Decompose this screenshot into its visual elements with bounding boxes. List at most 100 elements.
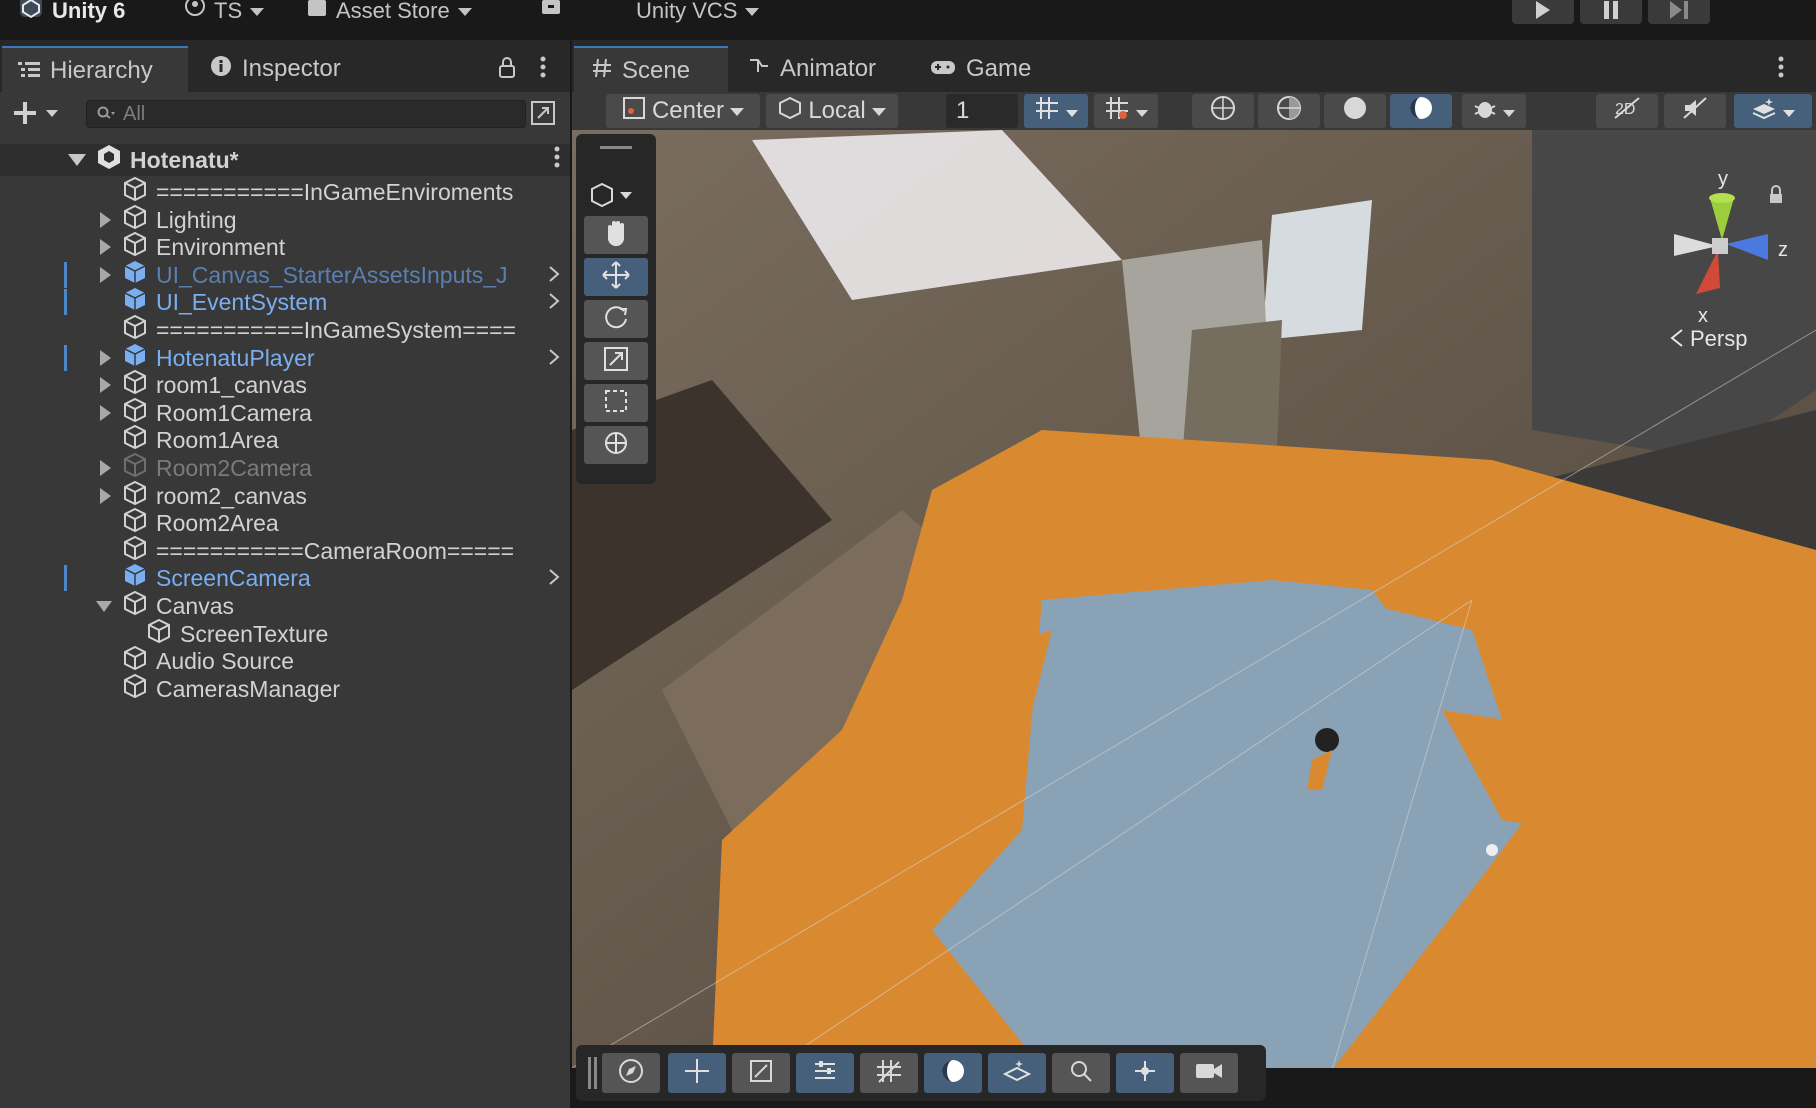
collapsed-arrow-icon[interactable]: [100, 488, 111, 504]
tab-inspector[interactable]: Inspector: [210, 46, 400, 92]
unity-logo-icon: [18, 0, 44, 25]
grid-visibility-button[interactable]: [1024, 94, 1088, 128]
chevron-down-icon: [730, 97, 745, 125]
create-plus-button[interactable]: [14, 100, 60, 131]
orientation-gizmo[interactable]: y z x Persp: [1622, 150, 1812, 350]
box-icon: [540, 0, 562, 24]
collapsed-arrow-icon[interactable]: [100, 377, 111, 393]
solid-sphere-icon: [1342, 95, 1368, 128]
gizmo-center-cube[interactable]: [1712, 238, 1728, 254]
hierarchy-item[interactable]: CamerasManager: [0, 673, 570, 705]
shaded-wireframe-button[interactable]: [1258, 94, 1320, 128]
hierarchy-item-label: ScreenTexture: [180, 620, 329, 647]
drag-handle[interactable]: [600, 146, 632, 149]
grid-snapping-button[interactable]: [1094, 94, 1158, 128]
shoji-window: [1262, 200, 1372, 340]
unlit-shading-button[interactable]: [1324, 94, 1386, 128]
lit-shading-button[interactable]: [1390, 94, 1452, 128]
collapsed-arrow-icon[interactable]: [100, 267, 111, 283]
scale-icon: [602, 345, 630, 378]
chevron-right-icon[interactable]: [548, 565, 560, 592]
pivot-rotation-label: Local: [808, 97, 866, 124]
orientation-button[interactable]: [602, 1053, 660, 1093]
2d-toggle-button[interactable]: 2D: [1596, 94, 1658, 128]
step-button[interactable]: [1648, 0, 1710, 24]
more-options-icon[interactable]: [554, 146, 560, 174]
view-options-button[interactable]: [732, 1053, 790, 1093]
tab-animator[interactable]: Animator: [748, 46, 908, 92]
play-icon: [1534, 0, 1552, 24]
scene-view-overlay-toolbar: [576, 1045, 1266, 1101]
snap-overlay-button[interactable]: [1116, 1053, 1174, 1093]
grid-snap-input[interactable]: 1: [946, 94, 1018, 128]
collapsed-arrow-icon[interactable]: [100, 405, 111, 421]
debug-draw-mode-button[interactable]: [1462, 94, 1526, 128]
gizmo-x-label: x: [1698, 305, 1708, 327]
cube-icon: [778, 96, 802, 127]
camera-overlay-button[interactable]: [1180, 1053, 1238, 1093]
move-tool-button[interactable]: [584, 258, 648, 296]
more-options-icon[interactable]: [540, 56, 546, 83]
tab-game[interactable]: Game: [930, 46, 1050, 92]
wireframe-sphere-icon: [1210, 95, 1236, 128]
pivot-rotation-dropdown[interactable]: Local: [766, 94, 898, 128]
expand-arrow-icon[interactable]: [68, 154, 86, 166]
more-options-icon[interactable]: [1778, 56, 1784, 83]
scene-root-row[interactable]: Hotenatu*: [0, 144, 570, 176]
scene-effects-button[interactable]: [1734, 94, 1812, 128]
grid-snap-icon: [1104, 95, 1130, 128]
chevron-down-icon: [1136, 97, 1148, 125]
projection-label[interactable]: Persp: [1690, 326, 1747, 350]
account-menu[interactable]: TS: [184, 0, 265, 24]
drag-handle[interactable]: [588, 1057, 591, 1089]
scale-tool-button[interactable]: [584, 342, 648, 380]
move-overlay-button[interactable]: [668, 1053, 726, 1093]
grid-overlay-button[interactable]: [860, 1053, 918, 1093]
vcs-menu[interactable]: Unity VCS: [636, 0, 760, 23]
main-toolbar: Unity 6 TS Asset Store Unity VCS: [0, 0, 1816, 40]
prefab-indicator: [64, 262, 67, 288]
collapsed-arrow-icon[interactable]: [100, 350, 111, 366]
hierarchy-item-label: CamerasManager: [156, 675, 341, 702]
scene-viewport[interactable]: y z x Persp: [572, 130, 1816, 1068]
tab-hierarchy[interactable]: Hierarchy: [2, 46, 188, 94]
sliders-button[interactable]: [796, 1053, 854, 1093]
drag-handle[interactable]: [594, 1057, 597, 1089]
pivot-mode-dropdown[interactable]: Center: [606, 94, 760, 128]
audio-toggle-button[interactable]: [1664, 94, 1726, 128]
hierarchy-item-label: Room2Camera: [156, 454, 312, 481]
wireframe-shading-button[interactable]: [1192, 94, 1254, 128]
hierarchy-item-label: UI_Canvas_StarterAssetsInputs_J: [156, 261, 508, 288]
navmesh-overlay-button[interactable]: [988, 1053, 1046, 1093]
prefab-indicator: [64, 345, 67, 371]
search-overlay-button[interactable]: [1052, 1053, 1110, 1093]
expand-arrow-icon[interactable]: [96, 600, 112, 612]
tool-settings-dropdown[interactable]: [590, 182, 638, 215]
collapsed-arrow-icon[interactable]: [100, 239, 111, 255]
lighting-overlay-button[interactable]: [924, 1053, 982, 1093]
search-input[interactable]: All: [86, 100, 526, 128]
lock-icon[interactable]: [498, 56, 516, 83]
chevron-right-icon[interactable]: [548, 345, 560, 372]
hierarchy-item-label: ScreenCamera: [156, 564, 311, 591]
tab-scene[interactable]: Scene: [574, 46, 728, 94]
hand-tool-button[interactable]: [584, 216, 648, 254]
pause-button[interactable]: [1580, 0, 1642, 24]
rect-tool-button[interactable]: [584, 384, 648, 422]
chevron-down-icon: [871, 97, 886, 125]
rotate-tool-button[interactable]: [584, 300, 648, 338]
open-window-icon[interactable]: [530, 100, 556, 131]
chevron-down-icon: [250, 0, 265, 24]
transform-icon: [602, 429, 630, 462]
package-icon-button[interactable]: [540, 0, 562, 22]
chevron-down-icon: [457, 0, 472, 24]
chevron-right-icon[interactable]: [548, 289, 560, 316]
chevron-right-icon[interactable]: [548, 262, 560, 289]
asset-store-menu[interactable]: Asset Store: [306, 0, 472, 24]
collapsed-arrow-icon[interactable]: [100, 460, 111, 476]
play-button[interactable]: [1512, 0, 1574, 24]
unity-version-menu[interactable]: Unity 6: [18, 0, 125, 25]
transform-tool-button[interactable]: [584, 426, 648, 464]
collapsed-arrow-icon[interactable]: [100, 212, 111, 228]
gizmo-z-label: z: [1778, 239, 1788, 261]
